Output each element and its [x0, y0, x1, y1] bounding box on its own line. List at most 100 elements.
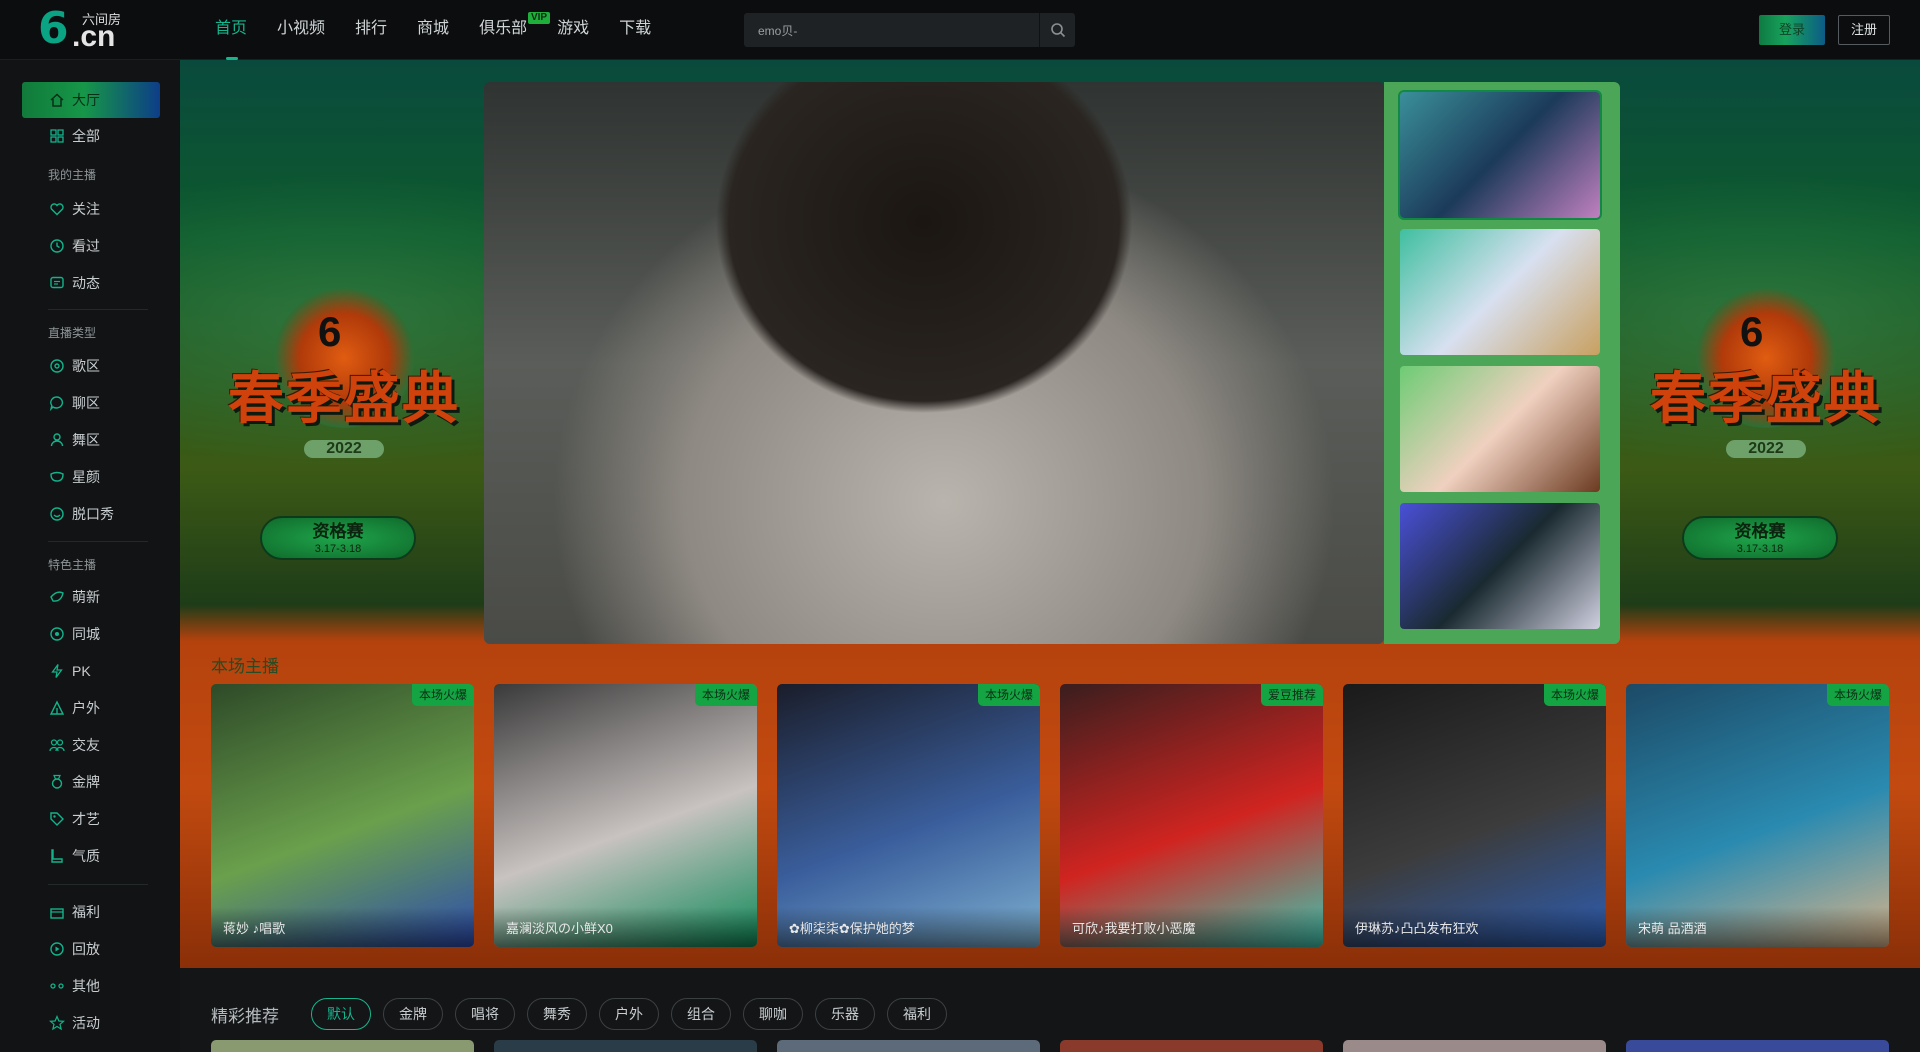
sidebar-item-beauty[interactable]: 星颜 — [22, 459, 160, 495]
event-stage: 资格赛 — [312, 522, 364, 541]
featured-thumbnails — [1384, 82, 1620, 644]
sidebar-item-all[interactable]: 全部 — [22, 118, 160, 154]
sidebar-item-label: 萌新 — [72, 589, 100, 605]
nav-label: 游戏 — [557, 20, 590, 37]
filter-group[interactable]: 组合 — [671, 998, 731, 1030]
nav-short-video[interactable]: 小视频 — [262, 0, 340, 60]
event-emblem-right: 6 春季盛典 2022 资格赛 3.17-3.18 — [1626, 288, 1906, 568]
nav-club[interactable]: 俱乐部 VIP — [464, 0, 551, 60]
sidebar-item-follow[interactable]: 关注 — [22, 191, 160, 227]
sidebar-item-talkshow[interactable]: 脱口秀 — [22, 496, 160, 532]
anchor-card[interactable]: 爱豆推荐 可欣♪我要打败小恶魔 — [1060, 684, 1323, 947]
featured-thumbnail[interactable] — [1400, 503, 1600, 629]
group-featured: 特色主播 — [48, 558, 97, 572]
emblem-logo: 6 — [1740, 308, 1764, 355]
anchor-name: 嘉澜淡风の小鲜X0 — [494, 907, 757, 947]
music-icon — [48, 357, 66, 375]
event-stage: 资格赛 — [1734, 522, 1786, 541]
sidebar-item-events[interactable]: 活动 — [22, 1005, 160, 1041]
search-button[interactable] — [1039, 13, 1075, 47]
sidebar-item-label: 关注 — [72, 201, 100, 217]
anchor-card[interactable]: 本场火爆 宋萌 品酒酒 — [1626, 684, 1889, 947]
recommend-card-preview[interactable] — [1060, 1040, 1323, 1052]
sidebar-item-elegance[interactable]: 气质 — [22, 838, 160, 874]
nav-download[interactable]: 下载 — [604, 0, 666, 60]
sidebar-item-pk[interactable]: PK — [22, 653, 160, 689]
sidebar-item-talent[interactable]: 才艺 — [22, 801, 160, 837]
featured-thumbnail[interactable] — [1398, 90, 1602, 220]
anchor-card[interactable]: 本场火爆 蒋妙 ♪唱歌 — [211, 684, 474, 947]
sidebar-item-label: 金牌 — [72, 774, 100, 790]
sidebar-item-friends[interactable]: 交友 — [22, 727, 160, 763]
dance-icon — [48, 431, 66, 449]
filter-singer[interactable]: 唱将 — [455, 998, 515, 1030]
nav-mall[interactable]: 商城 — [402, 0, 464, 60]
sidebar-item-label: 歌区 — [72, 358, 100, 374]
sidebar-item-label: 看过 — [72, 238, 100, 254]
live-video-player[interactable] — [484, 82, 1384, 644]
sidebar-item-label: 舞区 — [72, 432, 100, 448]
filter-instrument[interactable]: 乐器 — [815, 998, 875, 1030]
emblem-logo: 6 — [318, 308, 342, 355]
featured-thumbnail[interactable] — [1400, 366, 1600, 492]
nav-home[interactable]: 首页 — [200, 0, 262, 60]
hot-tag: 本场火爆 — [694, 684, 757, 706]
recommend-card-preview[interactable] — [777, 1040, 1040, 1052]
sidebar-item-outdoor[interactable]: 户外 — [22, 690, 160, 726]
nav-label: 排行 — [355, 20, 388, 37]
sidebar-item-song[interactable]: 歌区 — [22, 348, 160, 384]
sidebar-item-newbie[interactable]: 萌新 — [22, 579, 160, 615]
site-logo[interactable]: 6 .cn 六间房 — [38, 6, 134, 52]
filter-dance[interactable]: 舞秀 — [527, 998, 587, 1030]
sidebar-item-other[interactable]: 其他 — [22, 968, 160, 1004]
recommend-card-preview[interactable] — [494, 1040, 757, 1052]
filter-default[interactable]: 默认 — [311, 998, 371, 1030]
filter-outdoor[interactable]: 户外 — [599, 998, 659, 1030]
recommend-card-preview[interactable] — [1626, 1040, 1889, 1052]
anchor-card[interactable]: 本场火爆 ✿柳柒柒✿保护她的梦 — [777, 684, 1040, 947]
sidebar-item-chat[interactable]: 聊区 — [22, 385, 160, 421]
sidebar-item-dance[interactable]: 舞区 — [22, 422, 160, 458]
nav-ranking[interactable]: 排行 — [340, 0, 402, 60]
filter-welfare[interactable]: 福利 — [887, 998, 947, 1030]
sidebar-item-label: 才艺 — [72, 811, 100, 827]
logo-six: 6 — [38, 3, 69, 54]
sidebar: 大厅 全部 我的主播 关注 看过 动态 直播类型 歌区 聊区 舞区 星颜 脱口秀… — [0, 60, 180, 1052]
star-icon — [48, 1014, 66, 1032]
event-banner: 6 春季盛典 2022 资格赛 3.17-3.18 6 春季盛典 2022 资格… — [180, 60, 1920, 968]
nav-label: 商城 — [417, 20, 450, 37]
event-title: 春季盛典 — [228, 366, 460, 432]
group-my-anchors: 我的主播 — [48, 168, 97, 182]
sidebar-item-feed[interactable]: 动态 — [22, 265, 160, 301]
search-box — [744, 13, 1075, 47]
sidebar-divider — [48, 884, 148, 885]
event-stage-button[interactable]: 资格赛 3.17-3.18 — [1682, 516, 1838, 560]
medal-icon — [48, 773, 66, 791]
sidebar-item-label: 活动 — [72, 1015, 100, 1031]
sidebar-item-gold[interactable]: 金牌 — [22, 764, 160, 800]
sidebar-item-replay[interactable]: 回放 — [22, 931, 160, 967]
search-icon — [1050, 23, 1065, 38]
search-input[interactable] — [744, 13, 1039, 47]
featured-thumbnail[interactable] — [1400, 229, 1600, 355]
chat-icon — [48, 394, 66, 412]
anchor-name: 宋萌 品酒酒 — [1626, 907, 1889, 947]
sidebar-item-hall[interactable]: 大厅 — [22, 82, 160, 118]
sidebar-item-welfare[interactable]: 福利 — [22, 894, 160, 930]
anchor-card[interactable]: 本场火爆 伊琳苏♪凸凸发布狂欢 — [1343, 684, 1606, 947]
sidebar-item-local[interactable]: 同城 — [22, 616, 160, 652]
hot-tag: 爱豆推荐 — [1260, 684, 1323, 706]
login-button[interactable]: 登录 — [1759, 15, 1825, 45]
recommend-card-preview[interactable] — [1343, 1040, 1606, 1052]
lightning-icon — [48, 662, 66, 680]
nav-games[interactable]: 游戏 — [542, 0, 604, 60]
filter-gold[interactable]: 金牌 — [383, 998, 443, 1030]
event-stage-button[interactable]: 资格赛 3.17-3.18 — [260, 516, 416, 560]
filter-chat[interactable]: 聊咖 — [743, 998, 803, 1030]
boot-icon — [48, 847, 66, 865]
recommend-card-preview[interactable] — [211, 1040, 474, 1052]
register-button[interactable]: 注册 — [1838, 15, 1890, 45]
sidebar-item-watched[interactable]: 看过 — [22, 228, 160, 264]
anchor-card[interactable]: 本场火爆 嘉澜淡风の小鲜X0 — [494, 684, 757, 947]
nav-label: 小视频 — [277, 20, 326, 37]
